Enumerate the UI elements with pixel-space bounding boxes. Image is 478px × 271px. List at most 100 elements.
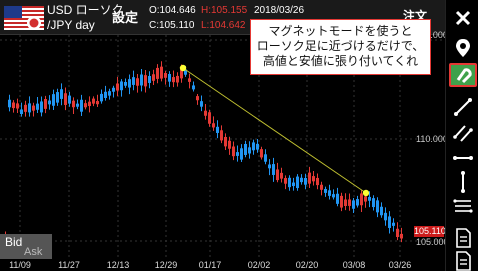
bid-ask-toggle[interactable]: Bid Ask	[0, 234, 52, 259]
candle-body	[112, 87, 115, 92]
x-tick: 01/17	[198, 260, 222, 270]
magnet-icon	[456, 68, 472, 84]
candle-body	[328, 190, 331, 196]
candle-body	[100, 93, 103, 102]
candle-body	[220, 130, 223, 141]
ask-label[interactable]: Ask	[24, 246, 42, 258]
vertical-line-tool[interactable]	[449, 170, 477, 194]
document-icon	[456, 228, 471, 248]
candle-body	[252, 142, 255, 151]
candle-body	[32, 105, 35, 111]
candle-body	[16, 103, 19, 109]
ohlc-left: O:104.646 C:105.110	[149, 3, 196, 33]
candle-body	[80, 99, 83, 112]
x-tick: 12/13	[106, 260, 130, 270]
candle-body	[28, 103, 31, 113]
trendline-tool[interactable]	[449, 95, 477, 119]
x-tick: 03/08	[342, 260, 366, 270]
candle-body	[300, 177, 303, 183]
date-label: 2018/03/26	[254, 5, 305, 16]
candles	[4, 61, 403, 247]
candle-body	[236, 152, 239, 156]
candle-body	[172, 77, 175, 83]
document-button[interactable]	[449, 226, 477, 250]
candle-body	[204, 110, 207, 116]
candle-body	[224, 136, 227, 147]
candle-body	[132, 77, 135, 85]
candle-body	[316, 177, 319, 186]
horizontal-line-tool[interactable]	[449, 146, 477, 170]
candle-body	[72, 100, 75, 108]
candle-body	[140, 74, 143, 86]
candle-body	[320, 184, 323, 190]
close-button[interactable]	[449, 6, 477, 30]
bid-label[interactable]: Bid	[5, 235, 22, 249]
candle-body	[208, 112, 211, 124]
drawing-toolbar	[445, 0, 478, 271]
current-price-badge: 105.110	[414, 226, 446, 237]
candle-body	[196, 96, 199, 101]
x-axis: 11/09 11/27 12/13 12/29 01/17 02/02 02/2…	[0, 259, 445, 271]
candle-body	[92, 98, 95, 104]
candle-body	[188, 78, 191, 82]
trendline-anchor-end	[362, 189, 370, 197]
candle-body	[280, 172, 283, 179]
magnet-mode-button[interactable]	[449, 63, 477, 87]
price-tick: 105.000	[416, 237, 449, 247]
location-button[interactable]	[449, 36, 477, 60]
close-value: C:105.110	[149, 20, 195, 31]
horizontal-line-icon	[453, 156, 473, 160]
candle-body	[388, 216, 391, 228]
candle-body	[160, 66, 163, 79]
candle-body	[368, 196, 371, 201]
x-tick: 11/27	[58, 260, 80, 270]
x-tick: 02/02	[247, 260, 271, 270]
x-tick: 02/20	[295, 260, 319, 270]
chart-app: USD ローソク /JPY day 設定 O:104.646 C:105.110…	[0, 0, 478, 271]
document-button-2[interactable]	[449, 249, 477, 271]
candle-body	[84, 103, 87, 108]
candle-body	[264, 154, 267, 162]
candle-body	[88, 101, 91, 107]
settings-button[interactable]: 設定	[112, 7, 138, 26]
candle-body	[284, 178, 287, 184]
candle-body	[244, 143, 247, 155]
candle-body	[288, 177, 291, 188]
trendline-icon	[454, 98, 472, 116]
candle-body	[296, 176, 299, 189]
candle-body	[336, 193, 339, 204]
candle-body	[292, 182, 295, 187]
candle-body	[340, 195, 343, 208]
close-icon	[455, 10, 471, 26]
candle-body	[348, 199, 351, 206]
candle-body	[192, 85, 195, 90]
candle-body	[360, 193, 363, 206]
candle-body	[384, 212, 387, 221]
high-value: H:105.155	[201, 5, 248, 16]
candle-body	[304, 178, 307, 185]
candle-body	[376, 200, 379, 213]
candle-body	[332, 194, 335, 198]
candle-body	[324, 188, 327, 193]
candle-body	[164, 72, 167, 78]
x-tick: 03/26	[388, 260, 412, 270]
candle-body	[400, 233, 403, 239]
tooltip-callout: マグネットモードを使うと ローソク足に近づけるだけで、 高値と安値に張り付いてく…	[250, 19, 431, 75]
candle-body	[148, 76, 151, 83]
candle-body	[356, 199, 359, 206]
candle-body	[352, 200, 355, 209]
channel-icon	[453, 125, 473, 142]
candle-body	[104, 91, 107, 98]
multi-line-tool[interactable]	[449, 194, 477, 218]
candle-body	[212, 123, 215, 128]
candle-body	[76, 103, 79, 107]
channel-tool[interactable]	[449, 121, 477, 145]
candle-body	[200, 101, 203, 107]
candle-body	[124, 81, 127, 86]
candle-body	[52, 94, 55, 106]
candle-body	[60, 89, 63, 99]
candle-body	[136, 78, 139, 86]
candle-body	[12, 102, 15, 109]
candle-body	[268, 164, 271, 169]
candle-body	[68, 95, 71, 104]
